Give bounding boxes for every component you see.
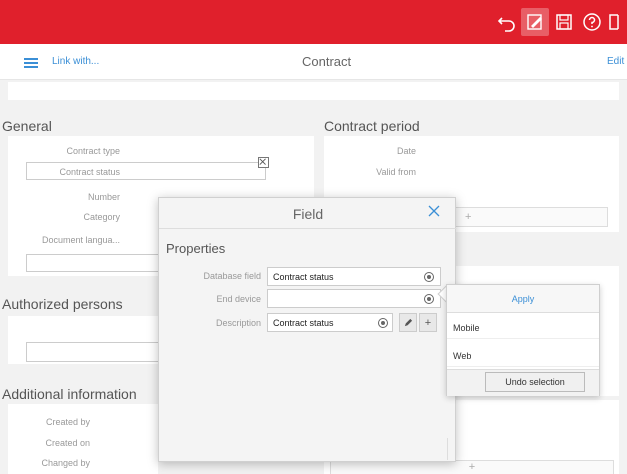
date-label: Date <box>396 146 416 156</box>
end-device-select-icon[interactable] <box>424 294 434 304</box>
document-language-label: Document langua... <box>41 235 120 245</box>
authorized-persons-title: Authorized persons <box>2 296 123 312</box>
valid-from-label: Valid from <box>376 167 416 177</box>
category-label: Category <box>83 212 120 222</box>
database-field-select-icon[interactable] <box>424 272 434 282</box>
page-title: Contract <box>302 54 352 69</box>
database-field-label: Database field <box>203 271 261 281</box>
authorized-persons-field[interactable] <box>26 342 160 362</box>
link-with-link[interactable]: Link with... <box>52 56 99 67</box>
exit-icon[interactable] <box>606 8 627 36</box>
end-device-input[interactable] <box>267 289 441 308</box>
created-on-label: Created on <box>45 438 90 448</box>
menu-icon[interactable] <box>24 58 38 68</box>
help-icon[interactable] <box>578 8 606 36</box>
top-strip <box>8 82 619 100</box>
remove-field-icon[interactable] <box>258 157 269 168</box>
contract-status-label: Contract status <box>59 167 120 177</box>
contract-period-add-button[interactable]: + <box>446 207 608 227</box>
additional-information-add-button[interactable]: + <box>330 460 614 474</box>
database-field-input[interactable]: Contract status <box>267 267 441 286</box>
dialog-divider <box>159 228 457 229</box>
contract-period-title: Contract period <box>324 118 420 134</box>
dropdown-option-web[interactable]: Web <box>447 343 599 367</box>
dropdown-option-mobile[interactable]: Mobile <box>447 315 599 339</box>
document-language-field[interactable] <box>26 254 160 272</box>
close-icon[interactable] <box>427 204 441 218</box>
created-by-label: Created by <box>45 417 90 427</box>
end-device-dropdown: Apply Mobile Web Undo selection <box>446 284 600 396</box>
description-label: Description <box>215 318 261 328</box>
apply-button[interactable]: Apply <box>447 285 599 313</box>
description-input[interactable]: Contract status <box>267 313 393 332</box>
field-dialog: Field Properties Database field Contract… <box>158 197 457 462</box>
undo-icon[interactable] <box>493 8 521 36</box>
properties-title: Properties <box>166 241 226 256</box>
additional-information-title: Additional information <box>2 386 137 402</box>
dialog-scrollbar[interactable] <box>447 438 455 460</box>
general-title: General <box>2 118 52 134</box>
save-icon[interactable] <box>550 8 578 36</box>
number-label: Number <box>87 192 120 202</box>
changed-by-label: Changed by <box>41 458 90 468</box>
contract-type-label: Contract type <box>66 146 120 156</box>
description-select-icon[interactable] <box>378 318 388 328</box>
edit-form-icon[interactable] <box>521 8 549 36</box>
dialog-title: Field <box>292 206 324 222</box>
end-device-label: End device <box>216 294 261 304</box>
add-icon[interactable]: + <box>419 313 437 332</box>
pencil-icon[interactable] <box>399 313 417 332</box>
undo-selection-button[interactable]: Undo selection <box>485 372 585 392</box>
edit-link[interactable]: Edit <box>607 56 624 67</box>
